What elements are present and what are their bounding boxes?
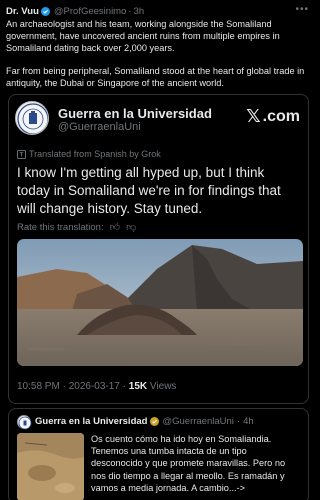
post-header: Dr. Vuu @ProfGeesinimo · 3h ••• (6, 4, 311, 18)
post-time[interactable]: 3h (134, 6, 145, 17)
excavation-photo-image (17, 433, 84, 500)
reply-author-name[interactable]: Guerra en la Universidad (35, 416, 147, 427)
quote-header: Guerra en la Universidad @GuerraenlaUni … (15, 101, 302, 135)
separator: · (62, 381, 66, 392)
quote-media-image[interactable] (17, 239, 303, 366)
views-count: 15K (128, 381, 148, 392)
translation-label: Translated from Spanish by Grok (29, 149, 161, 159)
x-icon: 𝕏 (246, 106, 261, 126)
thumbs-down-icon[interactable]: 👎︎ (126, 221, 136, 233)
post-time[interactable]: 10:58 PM (17, 381, 60, 392)
reply-header: Guerra en la Universidad @GuerraenlaUni … (35, 416, 254, 427)
x-logo: 𝕏 .com (246, 106, 300, 127)
separator: · (128, 5, 132, 17)
seal-logo-icon (18, 416, 32, 430)
post-paragraph: Far from being peripheral, Somaliland st… (6, 66, 305, 88)
post-date[interactable]: 2026-03-17 (69, 381, 120, 392)
separator: · (122, 381, 126, 392)
verified-badge-icon (150, 417, 160, 426)
quote-author-handle[interactable]: @GuerraenlaUni (58, 121, 141, 133)
avatar[interactable] (17, 415, 32, 430)
post-meta: 10:58 PM · 2026-03-17 · 15K Views (17, 381, 176, 392)
quoted-post-card[interactable]: Guerra en la Universidad @GuerraenlaUni … (8, 94, 309, 404)
x-logo-suffix: .com (262, 107, 300, 125)
rate-translation: Rate this translation: 👍︎ 👎︎ (17, 221, 136, 234)
views-label: Views (149, 381, 177, 392)
thumbs-up-icon[interactable]: 👍︎ (110, 221, 120, 233)
reply-body: Os cuento cómo ha ido hoy en Somaliandia… (91, 434, 286, 493)
post-paragraph: An archaeologist and his team, working a… (6, 19, 280, 53)
reply-time[interactable]: 4h (243, 416, 254, 427)
desert-landscape-image (17, 239, 303, 366)
separator: · (236, 416, 241, 427)
more-icon[interactable]: ••• (295, 4, 309, 15)
post-text: An archaeologist and his team, working a… (6, 18, 309, 100)
reply-card[interactable]: Guerra en la Universidad @GuerraenlaUni … (8, 408, 309, 500)
translate-icon (17, 149, 26, 159)
translation-notice: Translated from Spanish by Grok (17, 149, 161, 159)
rate-label: Rate this translation: (17, 221, 104, 233)
reply-media-thumbnail[interactable] (17, 433, 84, 500)
avatar[interactable] (15, 101, 49, 135)
author-name[interactable]: Dr. Vuu (6, 6, 39, 17)
seal-logo-icon (17, 103, 48, 134)
quote-author-name[interactable]: Guerra en la Universidad (58, 106, 212, 121)
reply-author-handle[interactable]: @GuerraenlaUni (162, 416, 233, 427)
verified-badge-icon (40, 6, 50, 16)
quote-body: I know I'm getting all hyped up, but I t… (17, 165, 281, 216)
author-handle[interactable]: @ProfGeesinimo (54, 6, 126, 17)
